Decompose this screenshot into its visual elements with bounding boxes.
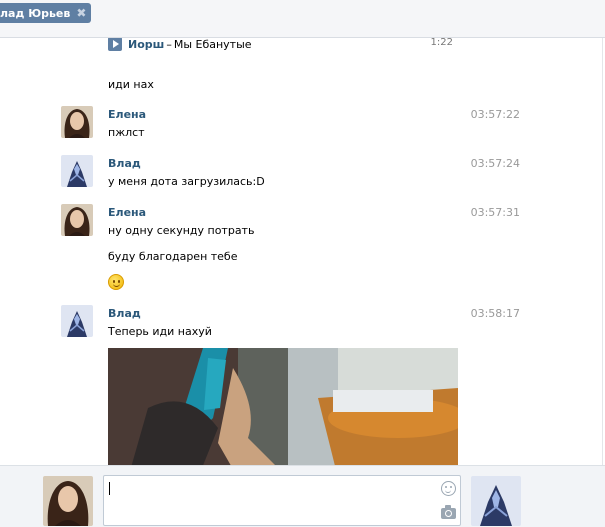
close-icon[interactable]: ✖ xyxy=(76,7,86,19)
sender-name[interactable]: Влад xyxy=(108,157,141,170)
camera-icon[interactable] xyxy=(441,505,456,519)
play-icon[interactable] xyxy=(108,38,122,51)
message-text: ну одну секунду потрать xyxy=(108,224,255,237)
message-composer xyxy=(0,465,605,527)
smile-emoji-icon xyxy=(108,274,124,290)
message-input[interactable] xyxy=(103,475,461,526)
conversation-tab[interactable]: лад Юрьев ✖ xyxy=(0,3,92,23)
message-time[interactable]: 03:57:22 xyxy=(471,108,520,121)
message-text: буду благодарен тебе xyxy=(108,250,238,263)
photo-attachment[interactable] xyxy=(108,348,458,465)
message-text: пжлст xyxy=(108,126,145,139)
audio-attachment[interactable]: Иорш – Мы Ебанутые 1:22 xyxy=(108,38,453,51)
audio-separator: – xyxy=(166,38,172,51)
sender-name[interactable]: Елена xyxy=(108,206,146,219)
recipient-avatar[interactable] xyxy=(471,476,521,526)
my-avatar[interactable] xyxy=(43,476,93,526)
text-caret xyxy=(109,482,110,495)
avatar[interactable] xyxy=(61,106,93,138)
avatar[interactable] xyxy=(61,305,93,337)
audio-duration: 1:22 xyxy=(430,38,453,48)
message-time[interactable]: 03:57:31 xyxy=(471,206,520,219)
avatar[interactable] xyxy=(61,204,93,236)
message-text: иди нах xyxy=(108,78,154,91)
chat-history: Иорш – Мы Ебанутые 1:22 иди нах Елена 03… xyxy=(0,38,603,465)
sender-name[interactable]: Елена xyxy=(108,108,146,121)
message-time[interactable]: 03:57:24 xyxy=(471,157,520,170)
message-text: Теперь иди нахуй xyxy=(108,325,212,338)
message-text: у меня дота загрузилась:D xyxy=(108,175,265,188)
tab-label: лад Юрьев xyxy=(0,6,71,20)
avatar[interactable] xyxy=(61,155,93,187)
audio-artist[interactable]: Иорш xyxy=(128,38,164,51)
audio-title: Мы Ебанутые xyxy=(173,38,252,51)
sender-name[interactable]: Влад xyxy=(108,307,141,320)
smile-icon[interactable] xyxy=(441,481,456,496)
top-bar: лад Юрьев ✖ xyxy=(0,0,605,38)
message-time[interactable]: 03:58:17 xyxy=(471,307,520,320)
